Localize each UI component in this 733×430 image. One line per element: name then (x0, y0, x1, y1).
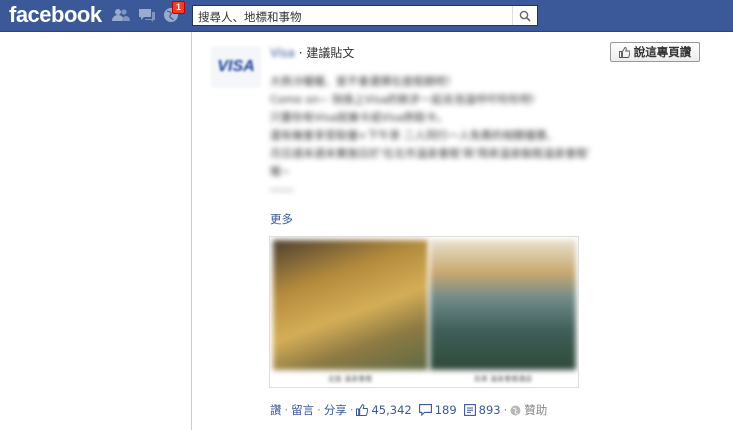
post-body-line: 大熱冷暖暖、是不會選擇在度假期吧！ (270, 75, 457, 88)
like-link[interactable]: 讚 (270, 402, 282, 418)
photo-caption-right: 烏來 溫泉會館酒店 (473, 375, 533, 383)
friend-requests-icon[interactable] (112, 7, 130, 23)
sponsored-globe-icon (510, 405, 521, 416)
post-body-line: 月日週末週末實施日於'在北市溫泉會館'與'飛來溫泉飯館溫泉會館' (270, 147, 591, 160)
comment-count-icon (418, 404, 432, 416)
like-count-icon (356, 404, 369, 416)
comment-link[interactable]: 留言 (291, 402, 314, 418)
thumbs-up-icon (618, 46, 630, 58)
post-header: Visa · 建議貼文 (270, 44, 354, 61)
top-navigation-bar: facebook 1 (0, 0, 733, 32)
comment-count[interactable]: 189 (435, 403, 457, 417)
see-more-link[interactable]: 更多 (270, 211, 293, 227)
action-separator: · (349, 403, 354, 417)
like-page-button[interactable]: 說這專頁讚 (610, 42, 700, 62)
action-separator: · (503, 403, 508, 417)
post-photo[interactable]: 北投 溫泉會館 烏來 溫泉會館酒店 (269, 236, 579, 388)
messages-icon[interactable] (138, 7, 156, 23)
action-separator: · (317, 403, 321, 417)
share-link[interactable]: 分享 (324, 402, 347, 418)
photo-left-image (273, 240, 428, 370)
like-count[interactable]: 45,342 (371, 403, 411, 417)
left-column-divider (191, 32, 192, 430)
share-count-icon (463, 404, 476, 416)
facebook-logo[interactable]: facebook (9, 3, 102, 27)
suggested-post-label: 建議貼文 (306, 46, 355, 60)
search-input[interactable] (193, 7, 523, 27)
action-separator: · (284, 403, 289, 417)
photo-caption-left: 北投 溫泉會館 (327, 375, 373, 383)
share-count[interactable]: 893 (479, 403, 501, 417)
sponsored-label: 贊助 (524, 403, 548, 417)
post-body-line: ------ (270, 183, 294, 196)
page-avatar[interactable]: VISA (211, 46, 261, 88)
post-action-bar: 讚 · 留言 · 分享 · 45,342 189 893 · 贊助 (270, 402, 547, 418)
post-body-line: 只要你有Visa就擁卡成Visa熱取卡。 (270, 111, 448, 124)
post-body-line: Come on~ 快換上Visa的新步一起去泡溫呼吁吹吹吧! (270, 93, 536, 106)
visa-logo: VISA (217, 58, 255, 75)
photo-right-image (430, 240, 576, 370)
like-page-label: 說這專頁讚 (633, 45, 692, 59)
post-body-text: 大熱冷暖暖、是不會選擇在度假期吧！ Come on~ 快換上Visa的新步一起去… (270, 73, 700, 199)
search-box (192, 5, 538, 27)
post-body-line: 喔~ (270, 165, 291, 178)
search-icon (519, 10, 531, 22)
post-body-line: 還有機會享受取優+下午茶 二人同行一人免費的相關優惠、 (270, 129, 558, 142)
post-actor-name[interactable]: Visa (270, 46, 295, 60)
search-button[interactable] (512, 6, 537, 25)
notification-count-badge: 1 (172, 1, 186, 14)
header-separator: · (298, 46, 303, 60)
